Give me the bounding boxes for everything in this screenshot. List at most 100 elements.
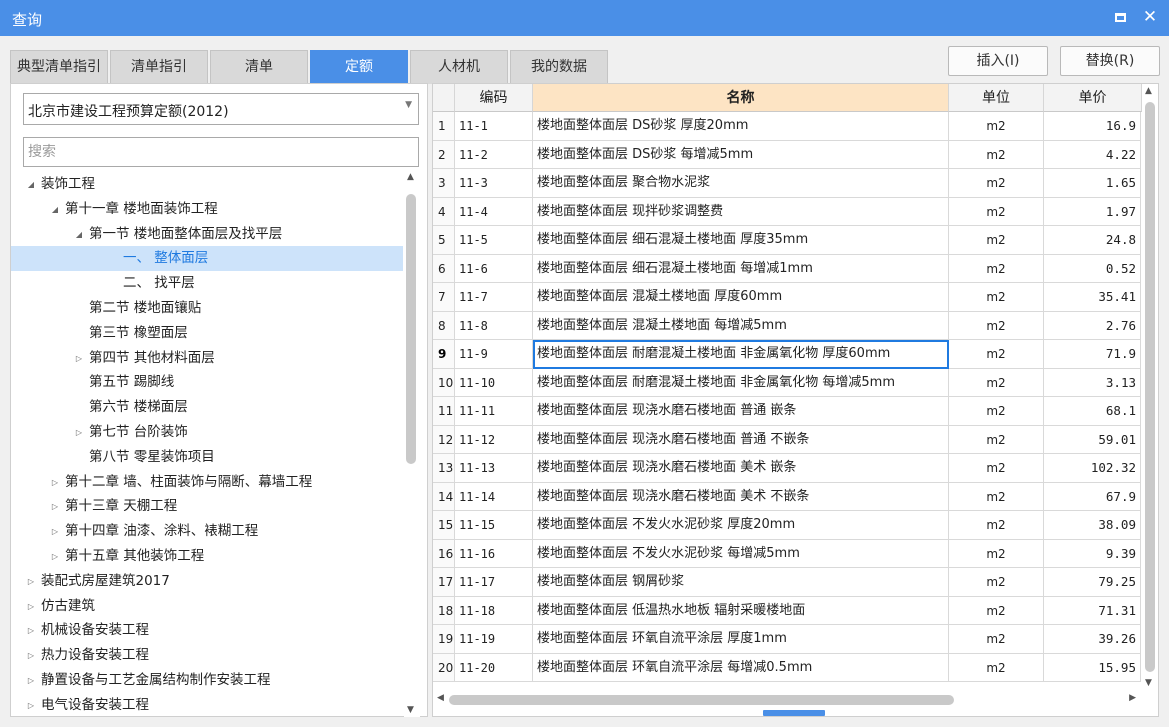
expand-arrow-icon[interactable]: ◢ [49,197,61,222]
table-row[interactable]: 19 11-19 楼地面整体面层 环氧自流平涂层 厚度1mm m2 39.26 [433,625,1141,654]
cell-price[interactable]: 3.13 [1044,368,1141,397]
row-index[interactable]: 1 [433,112,455,141]
table-row[interactable]: 20 11-20 楼地面整体面层 环氧自流平涂层 每增减0.5mm m2 15.95 [433,653,1141,682]
cell-code[interactable]: 11-12 [455,425,533,454]
cell-price[interactable]: 24.8 [1044,226,1141,255]
tree-node[interactable]: ▷ 第四节 其他材料面层 [11,346,403,371]
tree-node[interactable]: ▷ 第七节 台阶装饰 [11,420,403,445]
cell-code[interactable]: 11-14 [455,482,533,511]
scroll-down-icon[interactable]: ▼ [407,705,414,715]
table-row[interactable]: 2 11-2 楼地面整体面层 DS砂浆 每增减5mm m2 4.22 [433,140,1141,169]
collapse-arrow-icon[interactable]: ▷ [25,668,37,693]
cell-code[interactable]: 11-10 [455,368,533,397]
collapse-arrow-icon[interactable]: ▷ [25,693,37,717]
cell-code[interactable]: 11-17 [455,568,533,597]
tab-typical-bill-guide[interactable]: 典型清单指引 [10,50,108,84]
collapse-arrow-icon[interactable]: ▷ [49,519,61,544]
tree-node[interactable]: 第三节 橡塑面层 [11,321,403,346]
cell-price[interactable]: 2.76 [1044,311,1141,340]
collapse-arrow-icon[interactable]: ▷ [25,618,37,643]
table-row[interactable]: 12 11-12 楼地面整体面层 现浇水磨石楼地面 普通 不嵌条 m2 59.01 [433,425,1141,454]
row-index[interactable]: 16 [433,539,455,568]
cell-code[interactable]: 11-13 [455,454,533,483]
table-row[interactable]: 16 11-16 楼地面整体面层 不发火水泥砂浆 每增减5mm m2 9.39 [433,539,1141,568]
table-row[interactable]: 15 11-15 楼地面整体面层 不发火水泥砂浆 厚度20mm m2 38.09 [433,511,1141,540]
scroll-right-icon[interactable]: ▶ [1129,693,1136,703]
tree-node[interactable]: ▷ 第十五章 其他装饰工程 [11,544,403,569]
tab-my-data[interactable]: 我的数据 [510,50,608,84]
table-row[interactable]: 7 11-7 楼地面整体面层 混凝土楼地面 厚度60mm m2 35.41 [433,283,1141,312]
table-row[interactable]: 14 11-14 楼地面整体面层 现浇水磨石楼地面 美术 不嵌条 m2 67.9 [433,482,1141,511]
cell-unit[interactable]: m2 [949,511,1044,540]
tree-node[interactable]: ◢ 装饰工程 [11,172,403,197]
cell-price[interactable]: 9.39 [1044,539,1141,568]
cell-code[interactable]: 11-8 [455,311,533,340]
cell-name[interactable]: 楼地面整体面层 DS砂浆 每增减5mm [533,140,949,169]
table-row[interactable]: 1 11-1 楼地面整体面层 DS砂浆 厚度20mm m2 16.9 [433,112,1141,141]
collapse-arrow-icon[interactable]: ▷ [25,594,37,619]
cell-unit[interactable]: m2 [949,397,1044,426]
cell-code[interactable]: 11-4 [455,197,533,226]
cell-code[interactable]: 11-6 [455,254,533,283]
cell-name[interactable]: 楼地面整体面层 现浇水磨石楼地面 美术 嵌条 [533,454,949,483]
tree-node[interactable]: ▷ 电气设备安装工程 [11,693,403,717]
cell-price[interactable]: 35.41 [1044,283,1141,312]
cell-unit[interactable]: m2 [949,169,1044,198]
tree-node[interactable]: ▷ 静置设备与工艺金属结构制作安装工程 [11,668,403,693]
cell-unit[interactable]: m2 [949,454,1044,483]
cell-unit[interactable]: m2 [949,340,1044,369]
cell-unit[interactable]: m2 [949,653,1044,682]
scroll-thumb[interactable] [1145,102,1155,672]
tree-node[interactable]: ▷ 第十三章 天棚工程 [11,494,403,519]
replace-button[interactable]: 替换(R) [1060,46,1160,76]
cell-unit[interactable]: m2 [949,625,1044,654]
cell-price[interactable]: 39.26 [1044,625,1141,654]
row-index[interactable]: 18 [433,596,455,625]
row-index[interactable]: 5 [433,226,455,255]
tree-node[interactable]: ◢ 第十一章 楼地面装饰工程 [11,197,403,222]
scroll-down-icon[interactable]: ▼ [1145,678,1152,688]
tree-scrollbar[interactable]: ▲ ▼ [404,172,420,717]
cell-unit[interactable]: m2 [949,283,1044,312]
cell-name[interactable]: 楼地面整体面层 现浇水磨石楼地面 美术 不嵌条 [533,482,949,511]
cell-code[interactable]: 11-2 [455,140,533,169]
cell-price[interactable]: 38.09 [1044,511,1141,540]
tree-node[interactable]: 第六节 楼梯面层 [11,395,403,420]
library-select[interactable]: 北京市建设工程预算定额(2012) ▼ [23,93,419,125]
panel-resize-grip[interactable] [763,710,825,716]
cell-name[interactable]: 楼地面整体面层 现拌砂浆调整费 [533,197,949,226]
collapse-arrow-icon[interactable]: ▷ [25,569,37,594]
cell-unit[interactable]: m2 [949,140,1044,169]
table-row[interactable]: 3 11-3 楼地面整体面层 聚合物水泥浆 m2 1.65 [433,169,1141,198]
maximize-button[interactable] [1109,6,1131,28]
cell-unit[interactable]: m2 [949,568,1044,597]
cell-code[interactable]: 11-7 [455,283,533,312]
row-index[interactable]: 13 [433,454,455,483]
cell-code[interactable]: 11-9 [455,340,533,369]
cell-code[interactable]: 11-19 [455,625,533,654]
cell-code[interactable]: 11-1 [455,112,533,141]
cell-price[interactable]: 15.95 [1044,653,1141,682]
cell-name[interactable]: 楼地面整体面层 耐磨混凝土楼地面 非金属氧化物 每增减5mm [533,368,949,397]
cell-name[interactable]: 楼地面整体面层 细石混凝土楼地面 每增减1mm [533,254,949,283]
tab-bill-guide[interactable]: 清单指引 [110,50,208,84]
scroll-thumb[interactable] [449,695,954,705]
table-row[interactable]: 8 11-8 楼地面整体面层 混凝土楼地面 每增减5mm m2 2.76 [433,311,1141,340]
table-row[interactable]: 17 11-17 楼地面整体面层 钢屑砂浆 m2 79.25 [433,568,1141,597]
cell-code[interactable]: 11-16 [455,539,533,568]
insert-button[interactable]: 插入(I) [948,46,1048,76]
tab-bill[interactable]: 清单 [210,50,308,84]
row-index[interactable]: 3 [433,169,455,198]
tree-node[interactable]: ▷ 第十四章 油漆、涂料、裱糊工程 [11,519,403,544]
cell-price[interactable]: 79.25 [1044,568,1141,597]
table-row[interactable]: 9 11-9 楼地面整体面层 耐磨混凝土楼地面 非金属氧化物 厚度60mm m2 71.… [433,340,1141,369]
cell-unit[interactable]: m2 [949,311,1044,340]
cell-unit[interactable]: m2 [949,368,1044,397]
cell-unit[interactable]: m2 [949,226,1044,255]
tree-node[interactable]: ▷ 仿古建筑 [11,594,403,619]
cell-name[interactable]: 楼地面整体面层 不发火水泥砂浆 厚度20mm [533,511,949,540]
collapse-arrow-icon[interactable]: ▷ [49,470,61,495]
tree-node[interactable]: ◢ 第一节 楼地面整体面层及找平层 [11,222,403,247]
collapse-arrow-icon[interactable]: ▷ [25,643,37,668]
cell-price[interactable]: 102.32 [1044,454,1141,483]
